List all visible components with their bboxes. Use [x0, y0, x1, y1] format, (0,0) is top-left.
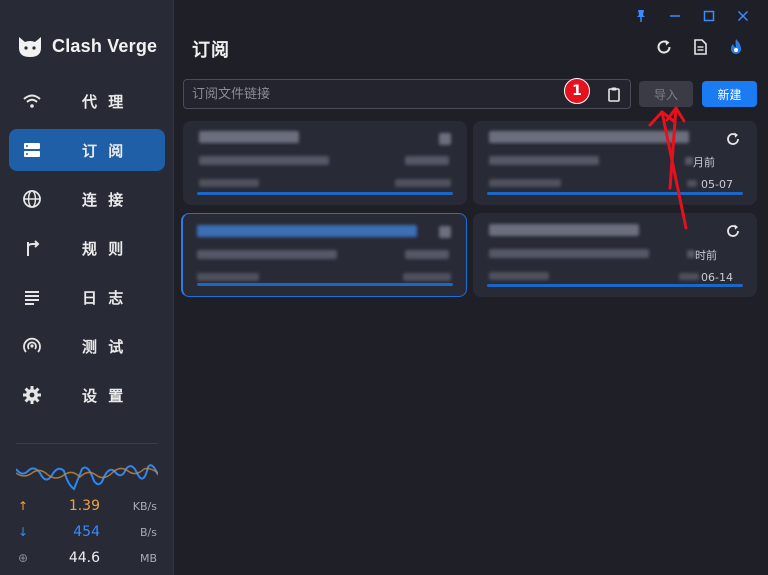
- import-button[interactable]: 导入: [639, 81, 693, 107]
- sidebar-item-label: 连 接: [82, 191, 127, 209]
- card-desc: [489, 156, 599, 165]
- sidebar: Clash Verge 代 理 订 阅 连 接 规 则 日 志 测 试 设 置 …: [0, 0, 174, 575]
- card-updated: [405, 156, 449, 165]
- card-usage: [199, 179, 259, 187]
- sidebar-item-logs[interactable]: 日 志: [9, 276, 165, 318]
- close-button[interactable]: [726, 6, 760, 26]
- sidebar-item-label: 代 理: [82, 93, 127, 111]
- pin-button[interactable]: [624, 6, 658, 26]
- maximize-icon: [703, 10, 715, 22]
- globe-icon: [23, 190, 41, 208]
- sidebar-item-profiles[interactable]: 订 阅: [9, 129, 165, 171]
- sidebar-item-proxies[interactable]: 代 理: [9, 80, 165, 122]
- download-arrow-icon: ↓: [18, 525, 29, 539]
- card-progress-bar: [487, 192, 743, 195]
- card-updated-blur: [687, 250, 695, 258]
- cat-logo-icon: [19, 37, 41, 57]
- activate-button[interactable]: [718, 36, 754, 58]
- card-title: [199, 131, 299, 143]
- profile-card[interactable]: 月前 05-07: [473, 121, 757, 205]
- memory-usage: ⊕ 44.6 MB: [0, 549, 174, 569]
- close-icon: [737, 10, 749, 22]
- radar-icon: [23, 337, 41, 353]
- download-unit: B/s: [140, 526, 157, 539]
- upload-value: 1.39: [68, 498, 100, 514]
- download-speed: ↓ 454 B/s: [0, 523, 174, 543]
- card-progress-bar: [197, 192, 453, 195]
- refresh-icon[interactable]: [725, 223, 741, 239]
- profile-card[interactable]: [183, 121, 467, 205]
- card-desc: [197, 250, 337, 259]
- card-usage: [197, 273, 259, 281]
- profile-card[interactable]: 时前 06-14: [473, 213, 757, 297]
- memory-unit: MB: [139, 552, 157, 565]
- card-usage: [489, 179, 561, 187]
- storage-icon: [24, 143, 40, 157]
- sidebar-item-label: 订 阅: [82, 142, 127, 160]
- card-usage: [489, 272, 549, 280]
- card-title: [489, 224, 639, 236]
- sidebar-item-label: 日 志: [82, 289, 127, 307]
- card-date: [395, 179, 451, 187]
- sidebar-divider: [16, 443, 158, 444]
- card-icon: [439, 226, 451, 238]
- new-button[interactable]: 新建: [702, 81, 757, 107]
- document-icon: [694, 39, 707, 55]
- annotation-badge: 1: [564, 78, 590, 104]
- subscription-url-input[interactable]: [192, 84, 572, 104]
- minimize-button[interactable]: [658, 6, 692, 26]
- card-progress-bar: [487, 284, 743, 287]
- app-logo: Clash Verge: [16, 32, 157, 60]
- upload-speed: ↑ 1.39 KB/s: [0, 497, 174, 517]
- traffic-graph: [16, 464, 158, 491]
- clipboard-icon[interactable]: [606, 86, 622, 102]
- minimize-icon: [670, 15, 680, 17]
- memory-icon: ⊕: [18, 551, 29, 565]
- upload-arrow-icon: ↑: [18, 499, 29, 513]
- sidebar-item-label: 规 则: [82, 240, 127, 258]
- card-updated: 月前: [693, 156, 715, 169]
- refresh-icon: [657, 40, 671, 54]
- card-date-blur: [687, 180, 697, 187]
- download-value: 454: [73, 524, 100, 540]
- sidebar-item-label: 测 试: [82, 338, 127, 356]
- edit-file-button[interactable]: [682, 36, 718, 58]
- header-actions: [646, 36, 754, 58]
- pin-icon: [637, 10, 645, 22]
- flame-icon: [731, 39, 741, 54]
- card-updated: 时前: [695, 249, 717, 262]
- gear-icon: [23, 386, 41, 404]
- card-date: 05-07: [701, 178, 733, 191]
- card-title: [489, 131, 689, 143]
- card-date-blur: [679, 273, 699, 280]
- page-title: 订阅: [192, 40, 230, 61]
- sidebar-item-label: 设 置: [82, 387, 127, 405]
- window-controls: [624, 6, 760, 26]
- sidebar-item-settings[interactable]: 设 置: [9, 374, 165, 416]
- memory-value: 44.6: [68, 550, 100, 566]
- main-content: 订阅 1 导入 新建: [175, 0, 768, 575]
- sidebar-item-connections[interactable]: 连 接: [9, 178, 165, 220]
- card-title: [197, 225, 417, 237]
- card-progress-bar: [197, 283, 453, 286]
- sidebar-item-test[interactable]: 测 试: [9, 325, 165, 367]
- sidebar-item-rules[interactable]: 规 则: [9, 227, 165, 269]
- list-icon: [25, 291, 39, 305]
- wifi-icon: [23, 94, 41, 108]
- card-updated: [405, 250, 449, 259]
- app-name: Clash Verge: [52, 35, 158, 56]
- card-icon: [439, 133, 451, 145]
- refresh-icon[interactable]: [725, 131, 741, 147]
- profile-card-selected[interactable]: [181, 213, 467, 297]
- card-desc: [199, 156, 329, 165]
- card-date: [403, 273, 451, 281]
- card-updated-blur: [685, 157, 693, 165]
- card-desc: [489, 249, 649, 258]
- sidebar-nav: 代 理 订 阅 连 接 规 则 日 志 测 试 设 置: [0, 80, 174, 423]
- maximize-button[interactable]: [692, 6, 726, 26]
- refresh-all-button[interactable]: [646, 36, 682, 58]
- card-date: 06-14: [701, 271, 733, 284]
- upload-unit: KB/s: [132, 500, 157, 513]
- fork-icon: [27, 240, 40, 256]
